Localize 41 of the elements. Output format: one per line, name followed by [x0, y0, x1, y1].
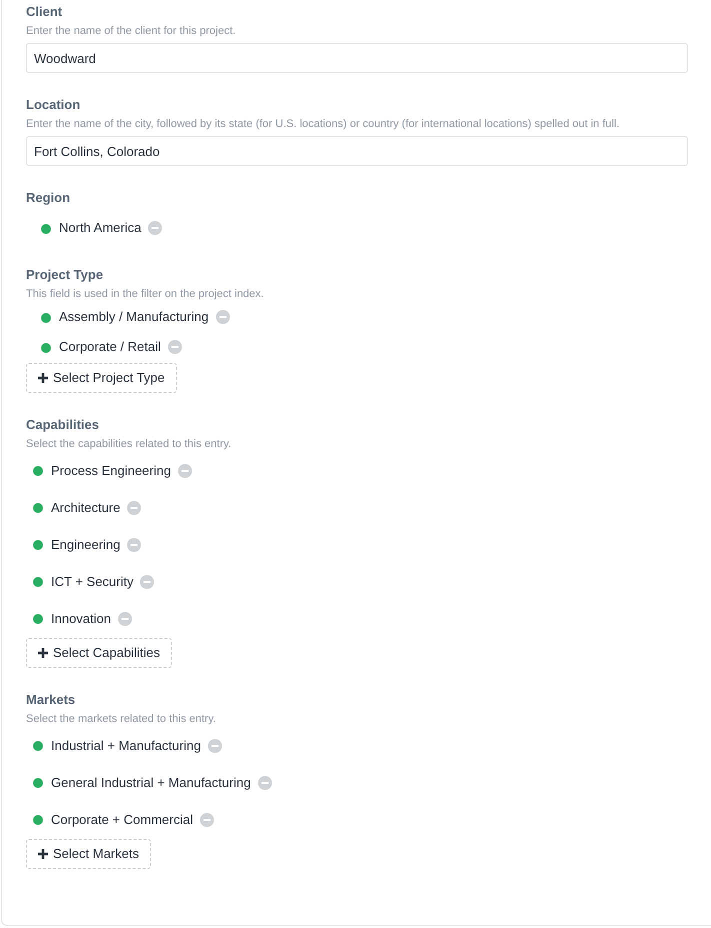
relation-item[interactable]: Corporate + Commercial [51, 810, 193, 830]
remove-icon[interactable] [216, 310, 230, 324]
relation-item[interactable]: Assembly / Manufacturing [59, 307, 209, 327]
text-field[interactable]: Fort Collins, Colorado [26, 136, 688, 166]
plus-icon [38, 849, 48, 859]
remove-icon[interactable] [127, 538, 142, 552]
remove-icon[interactable] [200, 812, 214, 826]
field-instructions: Enter the name of the client for this project. [26, 24, 237, 38]
field-label: Capabilities [26, 416, 100, 434]
remove-icon[interactable] [178, 464, 192, 478]
field-instructions: Select the markets related to this entry. [26, 712, 217, 726]
field-label: Project Type [26, 266, 104, 284]
relation-item[interactable]: North America [59, 218, 142, 238]
add-button[interactable]: Select Markets [26, 839, 151, 869]
field-label: Location [26, 96, 82, 114]
relation-item[interactable]: Industrial + Manufacturing [51, 736, 201, 756]
plus-icon [38, 648, 48, 658]
field-label: Client [26, 3, 64, 21]
relation-item[interactable]: General Industrial + Manufacturing [51, 772, 251, 792]
field-label: Markets [26, 691, 76, 709]
remove-icon[interactable] [208, 738, 222, 752]
field-instructions: This field is used in the filter on the project index. [26, 287, 265, 301]
field-instructions: Enter the name of the city, followed by its state (for U.S. locations) or country (for international locations) spelled out in full. [26, 117, 620, 131]
remove-icon[interactable] [258, 776, 272, 790]
remove-icon[interactable] [140, 574, 154, 588]
relation-item[interactable]: Corporate / Retail [59, 337, 161, 357]
add-button[interactable]: Select Project Type [26, 363, 177, 393]
relation-item[interactable]: Architecture [51, 498, 120, 518]
remove-icon[interactable] [127, 500, 142, 514]
relation-item[interactable]: ICT + Security [51, 572, 134, 592]
relation-item[interactable]: Process Engineering [51, 460, 171, 480]
relation-item[interactable]: Innovation [51, 608, 111, 628]
plus-icon [38, 373, 48, 383]
add-button[interactable]: Select Capabilities [26, 638, 172, 668]
text-field[interactable]: Woodward [26, 43, 688, 73]
remove-icon[interactable] [168, 340, 182, 354]
relation-item[interactable]: Engineering [51, 534, 120, 554]
field-instructions: Select the capabilities related to this entry. [26, 437, 232, 451]
remove-icon[interactable] [148, 221, 162, 235]
field-label: Region [26, 189, 72, 207]
remove-icon[interactable] [118, 612, 132, 626]
